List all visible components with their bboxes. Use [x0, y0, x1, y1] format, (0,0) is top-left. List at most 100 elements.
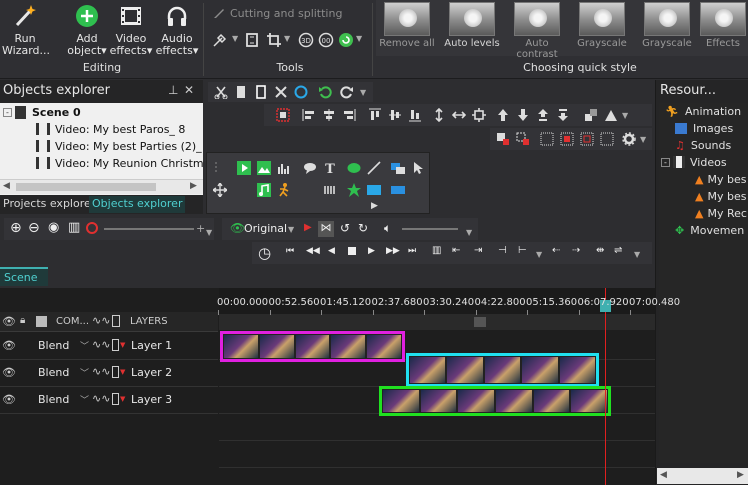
zoom-slider[interactable]: [104, 228, 194, 230]
scroll-left-icon[interactable]: ◀: [660, 470, 667, 480]
playback-dropdown-icon[interactable]: ▼: [634, 250, 640, 259]
align-left-icon[interactable]: [302, 108, 316, 122]
trim-icon[interactable]: [212, 32, 228, 48]
blend-mode-select[interactable]: Blend: [38, 366, 69, 379]
redo-dropdown-icon[interactable]: ▼: [360, 88, 366, 97]
collapse-icon[interactable]: -: [3, 107, 12, 117]
crop-dropdown-icon[interactable]: ▼: [284, 34, 290, 43]
pointer-icon[interactable]: [411, 161, 425, 175]
close-icon[interactable]: ✕: [184, 83, 194, 97]
volume-dropdown-icon[interactable]: ▼: [466, 228, 472, 237]
tab-projects-explorer[interactable]: Projects explorer: [0, 196, 98, 213]
move-up-icon[interactable]: [496, 108, 510, 122]
ungroup-icon[interactable]: [604, 108, 618, 122]
line-object-icon[interactable]: [367, 161, 381, 175]
audio-object-icon[interactable]: [257, 183, 271, 197]
style-grayscale-2[interactable]: Grayscale: [637, 2, 697, 49]
tree-item[interactable]: Video: My best Paros_ 8: [36, 121, 185, 137]
guides-icon[interactable]: [580, 132, 594, 146]
crop-icon[interactable]: [266, 32, 282, 48]
cut-icon[interactable]: [214, 85, 228, 99]
rectangle-object-icon[interactable]: [367, 183, 381, 197]
pin-icon[interactable]: ⊥: [168, 83, 178, 97]
speed-icon[interactable]: 00: [318, 32, 334, 48]
delete-icon[interactable]: [274, 85, 288, 99]
visibility-icon[interactable]: 👁︎: [2, 315, 16, 328]
style-effects[interactable]: Effects: [698, 2, 748, 49]
video-object-icon[interactable]: [237, 161, 251, 175]
settings-icon[interactable]: [622, 132, 636, 146]
fast-forward-icon[interactable]: ▶▶: [386, 246, 400, 256]
blend-mode-select[interactable]: Blend: [38, 339, 69, 352]
redo-icon[interactable]: [340, 85, 354, 99]
playhead[interactable]: [605, 288, 606, 485]
trim-end-icon[interactable]: ⊢: [518, 245, 527, 256]
resize-icon[interactable]: [244, 32, 260, 48]
scroll-right-icon[interactable]: ▶: [190, 181, 197, 191]
scroll-right-icon[interactable]: ▶: [737, 470, 744, 480]
tab-scene-0[interactable]: Scene 0: [0, 267, 48, 302]
clip-layer-2[interactable]: [406, 353, 599, 387]
align-clips-icon[interactable]: ⇹: [596, 245, 604, 256]
add-object-button[interactable]: Add object▾: [62, 2, 112, 57]
rotate-right-icon[interactable]: ↻: [358, 221, 368, 235]
audio-wave-icon[interactable]: ∿∿: [92, 314, 110, 327]
move-down-icon[interactable]: [516, 108, 530, 122]
resource-video-item[interactable]: ▲ My Rec: [695, 205, 747, 221]
safe-area-icon[interactable]: [600, 132, 614, 146]
snap-grid-icon[interactable]: [516, 132, 530, 146]
text-object-icon[interactable]: T: [323, 161, 337, 175]
rewind-icon[interactable]: ◀◀: [306, 246, 320, 256]
speech-bubble-icon[interactable]: [303, 161, 317, 175]
grid-icon[interactable]: [540, 132, 554, 146]
go-end-icon[interactable]: ⏭: [408, 246, 416, 256]
zoom-out-icon[interactable]: ⊖: [28, 220, 40, 236]
refresh-tool-icon[interactable]: [338, 32, 354, 48]
step-back-icon[interactable]: ◀: [328, 246, 335, 256]
arrange-dropdown-icon[interactable]: ▼: [622, 111, 628, 120]
zoom-select-dropdown-icon[interactable]: ▼: [288, 225, 294, 234]
layer-color-dropdown-icon[interactable]: ▼: [120, 368, 125, 376]
style-remove-all[interactable]: Remove all: [377, 2, 437, 49]
blend-mode-select[interactable]: Blend: [38, 393, 69, 406]
resource-sounds[interactable]: ♫ Sounds: [675, 137, 731, 153]
zoom-plus-icon[interactable]: +: [196, 222, 205, 235]
clip-layer-3[interactable]: [379, 386, 611, 416]
horizontal-scrollbar[interactable]: ◀ ▶: [0, 179, 203, 194]
visibility-icon[interactable]: 👁︎: [2, 366, 16, 379]
go-start-icon[interactable]: ⏮: [286, 246, 294, 256]
fit-height-icon[interactable]: [432, 108, 446, 122]
fit-timeline-icon[interactable]: ◉: [48, 220, 59, 235]
frame-object-icon[interactable]: [391, 183, 405, 197]
stop-icon[interactable]: [348, 247, 356, 255]
audio-wave-icon[interactable]: ∿∿: [92, 338, 110, 351]
prev-marker-icon[interactable]: ⇤: [452, 245, 460, 256]
layer-name[interactable]: Layer 2: [131, 366, 172, 379]
timeline-lane[interactable]: [219, 414, 655, 441]
bring-front-icon[interactable]: [536, 108, 550, 122]
visibility-icon[interactable]: 👁︎: [2, 393, 16, 406]
align-middle-icon[interactable]: [388, 108, 402, 122]
image-object-icon[interactable]: [257, 161, 271, 175]
scrollbar-thumb[interactable]: [474, 317, 486, 327]
grid-red-icon[interactable]: [560, 132, 574, 146]
lock-icon[interactable]: 🔒︎: [20, 315, 25, 326]
snap-right-icon[interactable]: ⇢: [572, 245, 580, 256]
layer-color-dropdown-icon[interactable]: ▼: [120, 395, 125, 403]
record-icon[interactable]: [86, 222, 98, 234]
markers-icon[interactable]: ▥: [68, 220, 80, 235]
subtitles-object-icon[interactable]: [323, 183, 337, 197]
animation-object-icon[interactable]: [277, 183, 291, 197]
scroll-left-icon[interactable]: ◀: [3, 181, 10, 191]
phone-icon[interactable]: [112, 315, 120, 327]
ripple-icon[interactable]: ⇌: [614, 245, 622, 256]
shape-object-icon[interactable]: [347, 183, 361, 197]
resource-video-item[interactable]: ▲ My bes: [695, 171, 746, 187]
palette-more-icon[interactable]: ▶: [371, 201, 378, 211]
snap-left-icon[interactable]: ⇠: [552, 245, 560, 256]
copy-icon[interactable]: [234, 85, 248, 99]
timer-icon[interactable]: ◷: [258, 244, 271, 262]
group-icon[interactable]: [584, 108, 598, 122]
snap-icon[interactable]: [496, 132, 510, 146]
style-auto-levels[interactable]: Auto levels: [442, 2, 502, 49]
